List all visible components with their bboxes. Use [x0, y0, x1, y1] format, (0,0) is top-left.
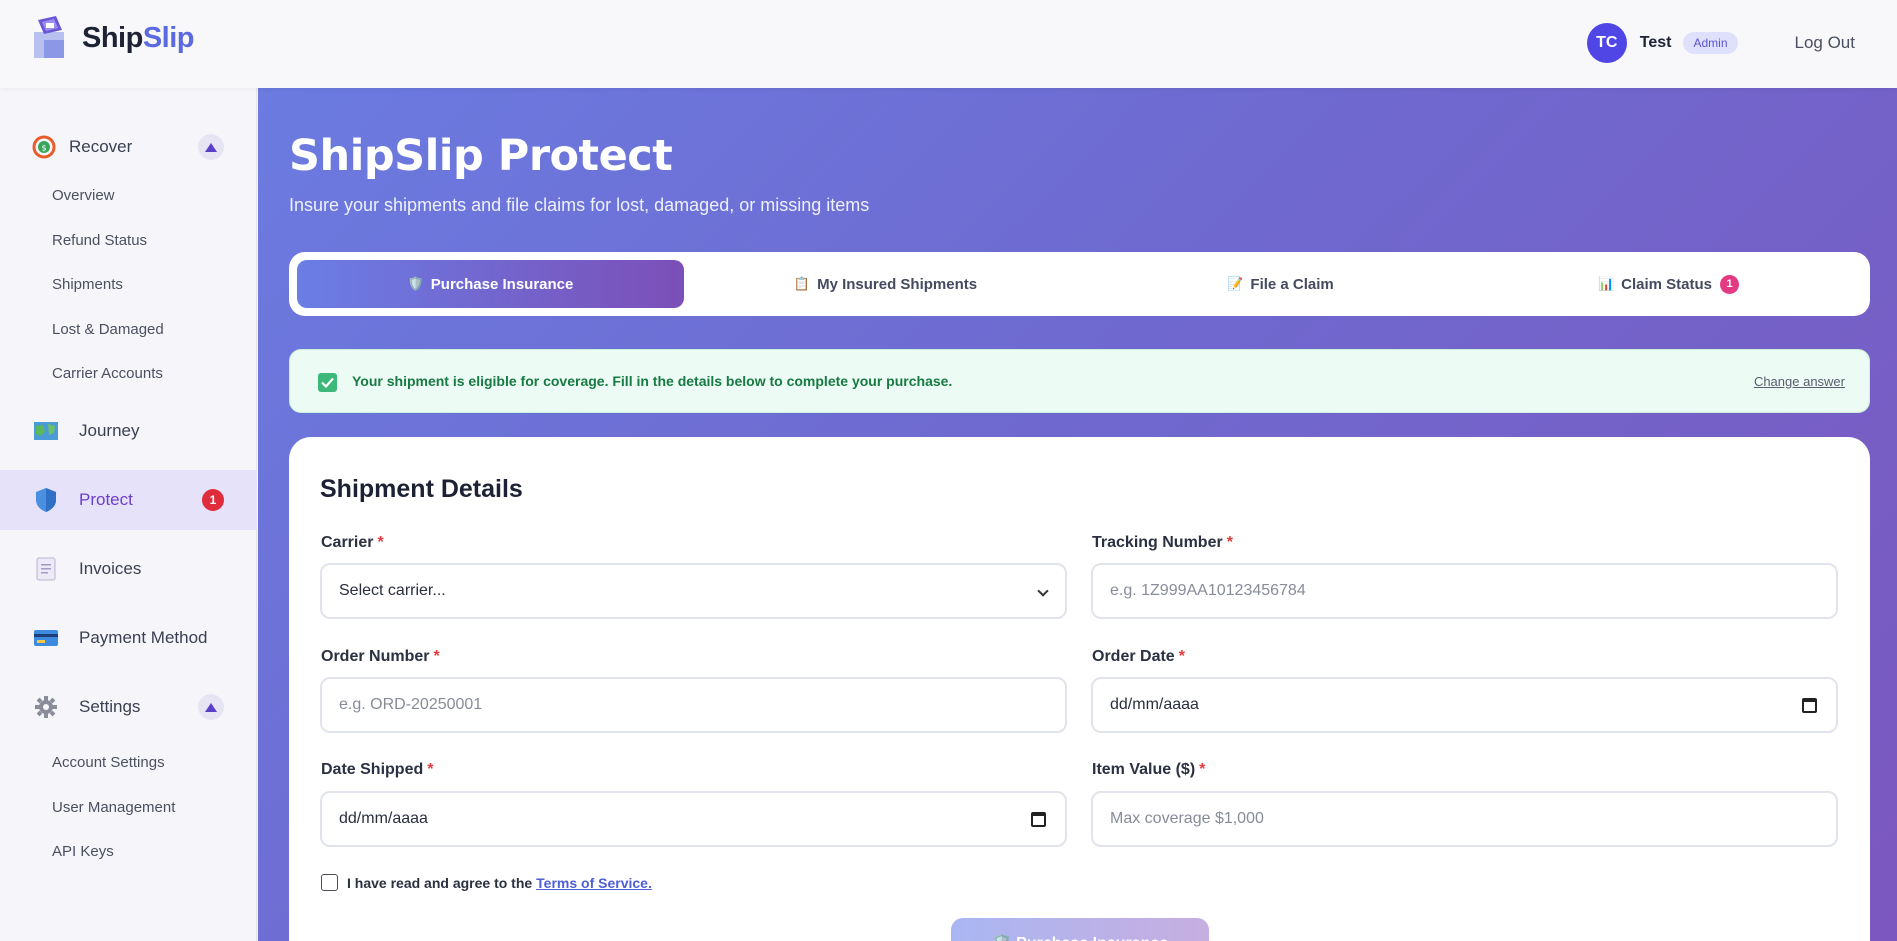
- sidebar-item-protect[interactable]: Protect 1: [0, 470, 257, 530]
- gear-icon: [33, 694, 59, 720]
- tracking-number-placeholder: e.g. 1Z999AA10123456784: [1110, 582, 1306, 599]
- carrier-select[interactable]: Select carrier...: [320, 563, 1067, 619]
- role-badge: Admin: [1683, 32, 1738, 54]
- order-number-input[interactable]: e.g. ORD-20250001: [320, 677, 1067, 733]
- sidebar-subitem-carrier-accounts[interactable]: Carrier Accounts: [52, 365, 163, 382]
- sidebar-item-journey[interactable]: Journey: [0, 401, 257, 461]
- page-title: ShipSlip Protect: [289, 131, 673, 181]
- calendar-icon[interactable]: [1031, 812, 1046, 827]
- collapse-chevron-icon[interactable]: [198, 134, 224, 160]
- bar-chart-icon: 📊: [1597, 276, 1615, 291]
- terms-text: I have read and agree to the: [347, 874, 533, 891]
- sidebar-subitem-shipments[interactable]: Shipments: [52, 276, 123, 293]
- purchase-insurance-button[interactable]: 🛡️ Purchase Insurance: [951, 918, 1209, 941]
- tab-label: File a Claim: [1250, 275, 1334, 293]
- item-value-label: Item Value ($) *: [1092, 761, 1206, 778]
- sidebar-subitem-user-management[interactable]: User Management: [52, 799, 175, 816]
- sidebar-item-settings[interactable]: Settings: [0, 677, 257, 737]
- sidebar-item-label: Settings: [79, 697, 141, 716]
- terms-checkbox[interactable]: [321, 874, 338, 891]
- tab-file-a-claim[interactable]: 📝 File a Claim: [1087, 260, 1474, 308]
- sidebar-subitem-api-keys[interactable]: API Keys: [52, 843, 114, 860]
- avatar[interactable]: TC: [1586, 23, 1627, 63]
- eligibility-notice: Your shipment is eligible for coverage. …: [289, 349, 1870, 413]
- tab-claim-status[interactable]: 📊 Claim Status 1: [1475, 260, 1862, 308]
- memo-icon: 📝: [1227, 276, 1244, 291]
- terms-of-service-link[interactable]: Terms of Service.: [536, 875, 652, 891]
- shield-icon: [33, 487, 59, 513]
- tab-label: Purchase Insurance: [430, 275, 574, 293]
- sidebar-item-label: Recover: [69, 137, 133, 156]
- sidebar-subitem-overview[interactable]: Overview: [52, 187, 115, 204]
- order-date-value: dd/mm/aaaa: [1110, 696, 1199, 713]
- sidebar-item-invoices[interactable]: Invoices: [0, 539, 257, 599]
- credit-card-icon: [33, 625, 59, 651]
- logout-button[interactable]: Log Out: [1795, 33, 1856, 53]
- tab-purchase-insurance[interactable]: 🛡️ Purchase Insurance: [297, 260, 684, 308]
- chevron-down-icon: [1037, 585, 1049, 597]
- order-number-label: Order Number *: [321, 648, 440, 665]
- tab-bar: 🛡️ Purchase Insurance 📋 My Insured Shipm…: [289, 252, 1870, 316]
- logo-text: ShipSlip: [82, 21, 195, 54]
- change-answer-link[interactable]: Change answer: [1754, 374, 1845, 389]
- clipboard-icon: 📋: [793, 276, 811, 291]
- carrier-select-value: Select carrier...: [339, 582, 446, 599]
- tab-label: Claim Status: [1621, 275, 1713, 293]
- calendar-icon[interactable]: [1802, 698, 1817, 713]
- shipment-details-card: Shipment Details Carrier * Select carrier…: [289, 437, 1870, 941]
- tab-label: My Insured Shipments: [817, 275, 978, 293]
- main-content: ShipSlip Protect Insure your shipments a…: [258, 88, 1897, 941]
- item-value-input[interactable]: Max coverage $1,000: [1091, 791, 1838, 847]
- sidebar-item-label: Journey: [79, 421, 140, 440]
- order-number-placeholder: e.g. ORD-20250001: [339, 696, 483, 713]
- checkmark-icon: [318, 373, 337, 392]
- package-logo-icon: [30, 14, 78, 62]
- sidebar-item-payment-method[interactable]: Payment Method: [0, 608, 257, 668]
- sidebar-subitem-refund-status[interactable]: Refund Status: [52, 232, 147, 249]
- terms-agreement: I have read and agree to the Terms of Se…: [321, 874, 652, 891]
- tab-my-insured-shipments[interactable]: 📋 My Insured Shipments: [692, 260, 1079, 308]
- item-value-placeholder: Max coverage $1,000: [1110, 810, 1264, 827]
- order-date-label: Order Date *: [1092, 648, 1185, 665]
- page-subtitle: Insure your shipments and file claims fo…: [289, 195, 870, 215]
- sidebar-subitem-account-settings[interactable]: Account Settings: [52, 754, 165, 771]
- claim-count-badge: 1: [1720, 274, 1740, 294]
- date-shipped-input[interactable]: dd/mm/aaaa: [320, 791, 1067, 847]
- order-date-input[interactable]: dd/mm/aaaa: [1091, 677, 1838, 733]
- coin-icon: $: [31, 134, 57, 160]
- sidebar-item-label: Invoices: [79, 559, 142, 578]
- document-icon: [33, 556, 59, 582]
- date-shipped-label: Date Shipped *: [321, 761, 434, 778]
- logo[interactable]: ShipSlip: [30, 14, 195, 62]
- user-menu: TC Test Admin Log Out: [1586, 23, 1856, 63]
- top-header: ShipSlip TC Test Admin Log Out: [0, 0, 1897, 88]
- tracking-number-input[interactable]: e.g. 1Z999AA10123456784: [1091, 563, 1838, 619]
- notification-badge: 1: [202, 489, 224, 511]
- shield-icon: 🛡️: [407, 276, 424, 291]
- notice-message: Your shipment is eligible for coverage. …: [352, 373, 953, 389]
- sidebar: $ Recover Overview Refund Status Shipmen…: [0, 88, 257, 941]
- sidebar-item-label: Protect: [79, 490, 133, 509]
- svg-text:$: $: [41, 144, 46, 153]
- tracking-number-label: Tracking Number *: [1092, 534, 1233, 551]
- sidebar-item-label: Payment Method: [79, 628, 208, 647]
- username: Test: [1639, 34, 1672, 51]
- map-icon: [33, 418, 59, 444]
- collapse-chevron-icon[interactable]: [198, 694, 224, 720]
- section-title: Shipment Details: [320, 475, 523, 503]
- date-shipped-value: dd/mm/aaaa: [339, 810, 428, 827]
- sidebar-subitem-lost-damaged[interactable]: Lost & Damaged: [52, 321, 164, 338]
- sidebar-item-recover[interactable]: $ Recover: [0, 117, 257, 177]
- carrier-label: Carrier *: [321, 534, 384, 551]
